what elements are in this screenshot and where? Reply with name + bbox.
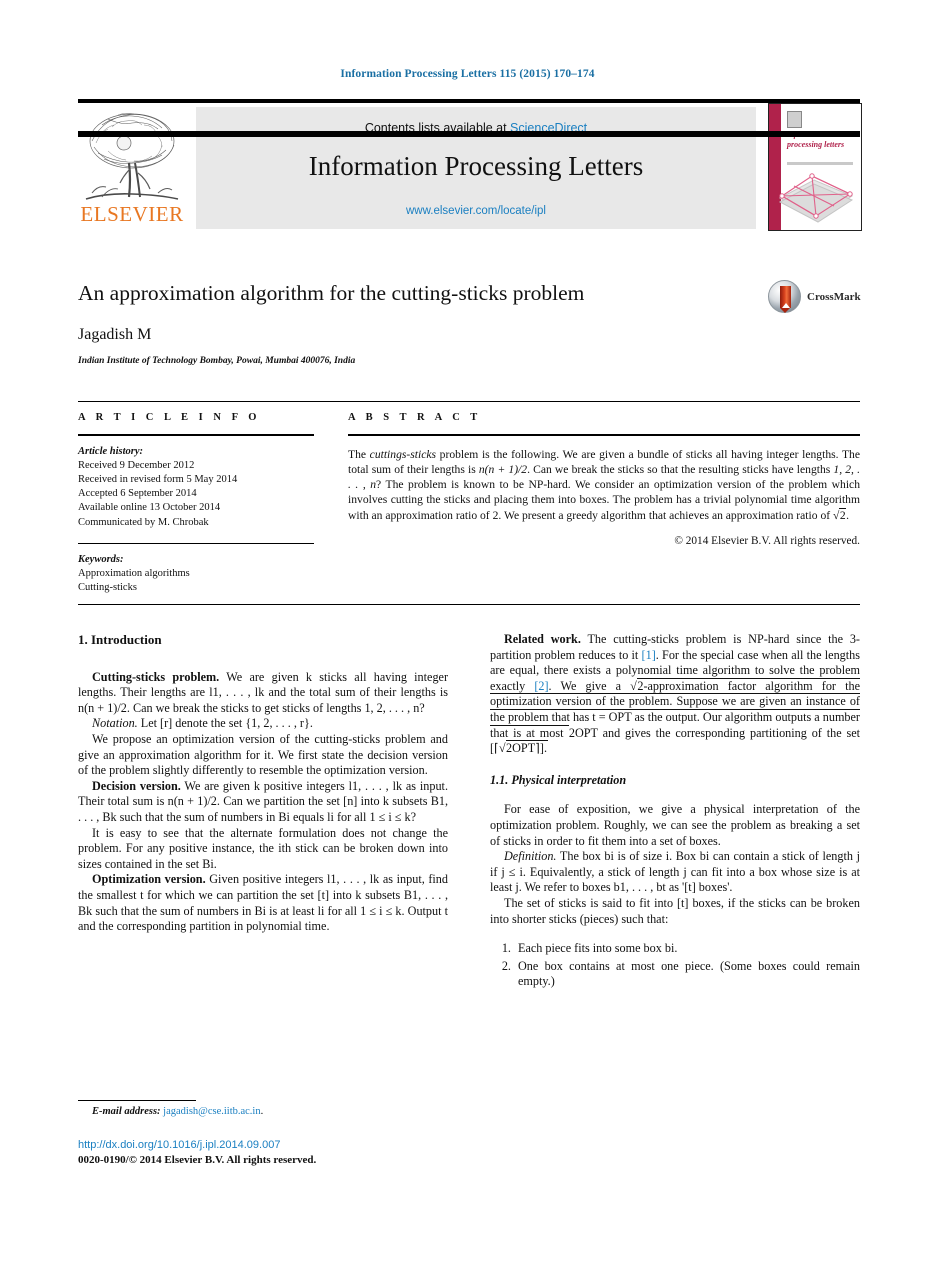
runin-cutting-sticks-problem: Cutting-sticks problem. bbox=[92, 669, 220, 684]
runin-definition: Definition. bbox=[504, 849, 557, 864]
related-work-sqrt-2: 2OPT⌉]. bbox=[505, 740, 548, 756]
conditions-list: Each piece fits into some box bi. One bo… bbox=[490, 941, 860, 990]
crossmark-notch-icon bbox=[782, 303, 790, 308]
author-affiliation: Indian Institute of Technology Bombay, P… bbox=[78, 356, 356, 366]
info-section-top-rule bbox=[78, 401, 860, 402]
runin-notation: Notation. bbox=[92, 716, 138, 731]
history-item-2: Accepted 6 September 2014 bbox=[78, 488, 197, 500]
paragraph-alternate-formulation: It is easy to see that the alternate for… bbox=[78, 825, 448, 871]
article-history-block: Article history: Received 9 December 201… bbox=[78, 445, 314, 530]
email-link[interactable]: jagadish@cse.iitb.ac.in bbox=[163, 1106, 260, 1117]
elsevier-wordmark: ELSEVIER bbox=[80, 202, 184, 226]
left-body-column: 1. Introduction Cutting-sticks problem. … bbox=[78, 632, 448, 935]
title-block: An approximation algorithm for the cutti… bbox=[78, 280, 861, 366]
paragraph-notation-text: Let [r] denote the set {1, 2, . . . , r}… bbox=[137, 716, 313, 731]
history-item-4: Communicated by M. Chrobak bbox=[78, 516, 209, 528]
runin-optimization-version: Optimization version. bbox=[92, 872, 206, 887]
doi-link[interactable]: http://dx.doi.org/10.1016/j.ipl.2014.09.… bbox=[78, 1139, 280, 1151]
runin-decision-version: Decision version. bbox=[92, 778, 181, 793]
abstract-bottom-rule bbox=[78, 604, 860, 605]
email-suffix: . bbox=[260, 1106, 264, 1117]
page-title: An approximation algorithm for the cutti… bbox=[78, 281, 585, 305]
abstract-column: A B S T R A C T The cuttings-sticks prob… bbox=[348, 412, 860, 547]
abstract-term-italic: cuttings-sticks bbox=[369, 447, 437, 461]
paragraph-notation: Notation. Let [r] denote the set {1, 2, … bbox=[78, 716, 448, 732]
crossmark-label: CrossMark bbox=[807, 291, 861, 303]
history-item-3: Available online 13 October 2014 bbox=[78, 502, 221, 514]
paragraph-ease-of-exposition: For ease of exposition, we give a physic… bbox=[490, 802, 860, 848]
journal-homepage-link[interactable]: www.elsevier.com/locate/ipl bbox=[196, 205, 756, 217]
footnote-email: E-mail address: jagadish@cse.iitb.ac.in. bbox=[78, 1106, 448, 1117]
history-item-0: Received 9 December 2012 bbox=[78, 459, 195, 471]
paragraph-cutting-sticks-problem: Cutting-sticks problem. We are given k s… bbox=[78, 670, 448, 717]
abstract-heading: A B S T R A C T bbox=[348, 412, 482, 423]
journal-title: Information Processing Letters bbox=[308, 151, 644, 181]
masthead-center-panel: Contents lists available at ScienceDirec… bbox=[196, 107, 756, 229]
runin-related-work: Related work. bbox=[504, 632, 581, 646]
running-head: Information Processing Letters 115 (2015… bbox=[340, 68, 595, 80]
footnote-rule bbox=[78, 1100, 196, 1101]
journal-cover-thumbnail: information processing letters bbox=[768, 103, 862, 231]
right-body-column: Related work. The cutting-sticks problem… bbox=[490, 632, 860, 992]
subsection-heading-physical-interpretation: 1.1. Physical interpretation bbox=[490, 772, 627, 787]
abstract-seg-1: The bbox=[348, 447, 370, 461]
elsevier-tree-icon bbox=[85, 112, 179, 200]
paragraph-optimization-version: Optimization version. Given positive int… bbox=[78, 872, 448, 934]
abstract-divider bbox=[348, 434, 860, 436]
paragraph-related-work: Related work. The cutting-sticks problem… bbox=[490, 632, 860, 756]
list-item: One box contains at most one piece. (Som… bbox=[514, 959, 860, 990]
masthead-bottom-rule bbox=[78, 131, 860, 137]
article-first-page: Information Processing Letters 115 (2015… bbox=[0, 0, 935, 1266]
list-item: Each piece fits into some box bi. bbox=[514, 941, 860, 957]
cover-logo-box bbox=[787, 111, 802, 128]
article-history-label: Article history: bbox=[78, 445, 144, 457]
article-info-heading: A R T I C L E I N F O bbox=[78, 412, 261, 423]
author-name: Jagadish M bbox=[78, 326, 152, 343]
history-item-1: Received in revised form 5 May 2014 bbox=[78, 473, 238, 485]
section-heading-introduction: 1. Introduction bbox=[78, 632, 162, 647]
related-work-seg-5: 2OPT and gives the corresponding partiti… bbox=[568, 725, 860, 740]
citation-ref-1[interactable]: [1] bbox=[642, 648, 656, 662]
body-columns: 1. Introduction Cutting-sticks problem. … bbox=[78, 632, 860, 1102]
paragraph-we-propose: We propose an optimization version of th… bbox=[78, 731, 448, 778]
related-work-seg-3: . We give a bbox=[548, 678, 631, 693]
article-info-divider bbox=[78, 434, 314, 436]
abstract-copyright: © 2014 Elsevier B.V. All rights reserved… bbox=[674, 534, 860, 547]
abstract-text: The cuttings-sticks problem is the follo… bbox=[348, 447, 861, 522]
abstract-math-1: n(n + 1)/2 bbox=[478, 462, 528, 476]
abstract-seg-3: . Can we break the sticks so that the re… bbox=[527, 462, 834, 476]
issn-copyright-line: 0020-0190/© 2014 Elsevier B.V. All right… bbox=[78, 1154, 317, 1166]
masthead-top-rule bbox=[78, 99, 860, 103]
related-work-seg-6: [⌈ bbox=[490, 741, 499, 756]
keywords-block: Keywords: Approximation algorithms Cutti… bbox=[78, 553, 314, 596]
keywords-divider bbox=[78, 542, 314, 544]
crossmark-disc-icon bbox=[768, 280, 801, 313]
abstract-seg-4: ? The problem is known to be NP-hard. We… bbox=[348, 478, 861, 522]
keywords-label: Keywords: bbox=[78, 553, 124, 565]
cover-geometry-artwork bbox=[778, 173, 854, 223]
keyword-0: Approximation algorithms bbox=[78, 567, 190, 579]
paragraph-decision-version: Decision version. We are given k positiv… bbox=[78, 779, 448, 826]
journal-masthead: ELSEVIER Contents lists available at Sci… bbox=[78, 99, 862, 231]
paragraph-definition: Definition. The box bi is of size i. Box… bbox=[490, 849, 860, 896]
abstract-seg-5: . bbox=[846, 508, 850, 522]
email-label: E-mail address: bbox=[92, 1106, 161, 1117]
paragraph-fit-into-boxes: The set of sticks is said to fit into [t… bbox=[490, 895, 860, 926]
crossmark-badge[interactable]: CrossMark bbox=[768, 280, 864, 314]
cover-subtitle-bar bbox=[787, 162, 853, 165]
keyword-1: Cutting-sticks bbox=[78, 582, 137, 594]
article-info-column: A R T I C L E I N F O Article history: R… bbox=[78, 412, 314, 595]
elsevier-logo: ELSEVIER bbox=[78, 107, 186, 229]
citation-ref-2[interactable]: [2] bbox=[534, 679, 548, 693]
